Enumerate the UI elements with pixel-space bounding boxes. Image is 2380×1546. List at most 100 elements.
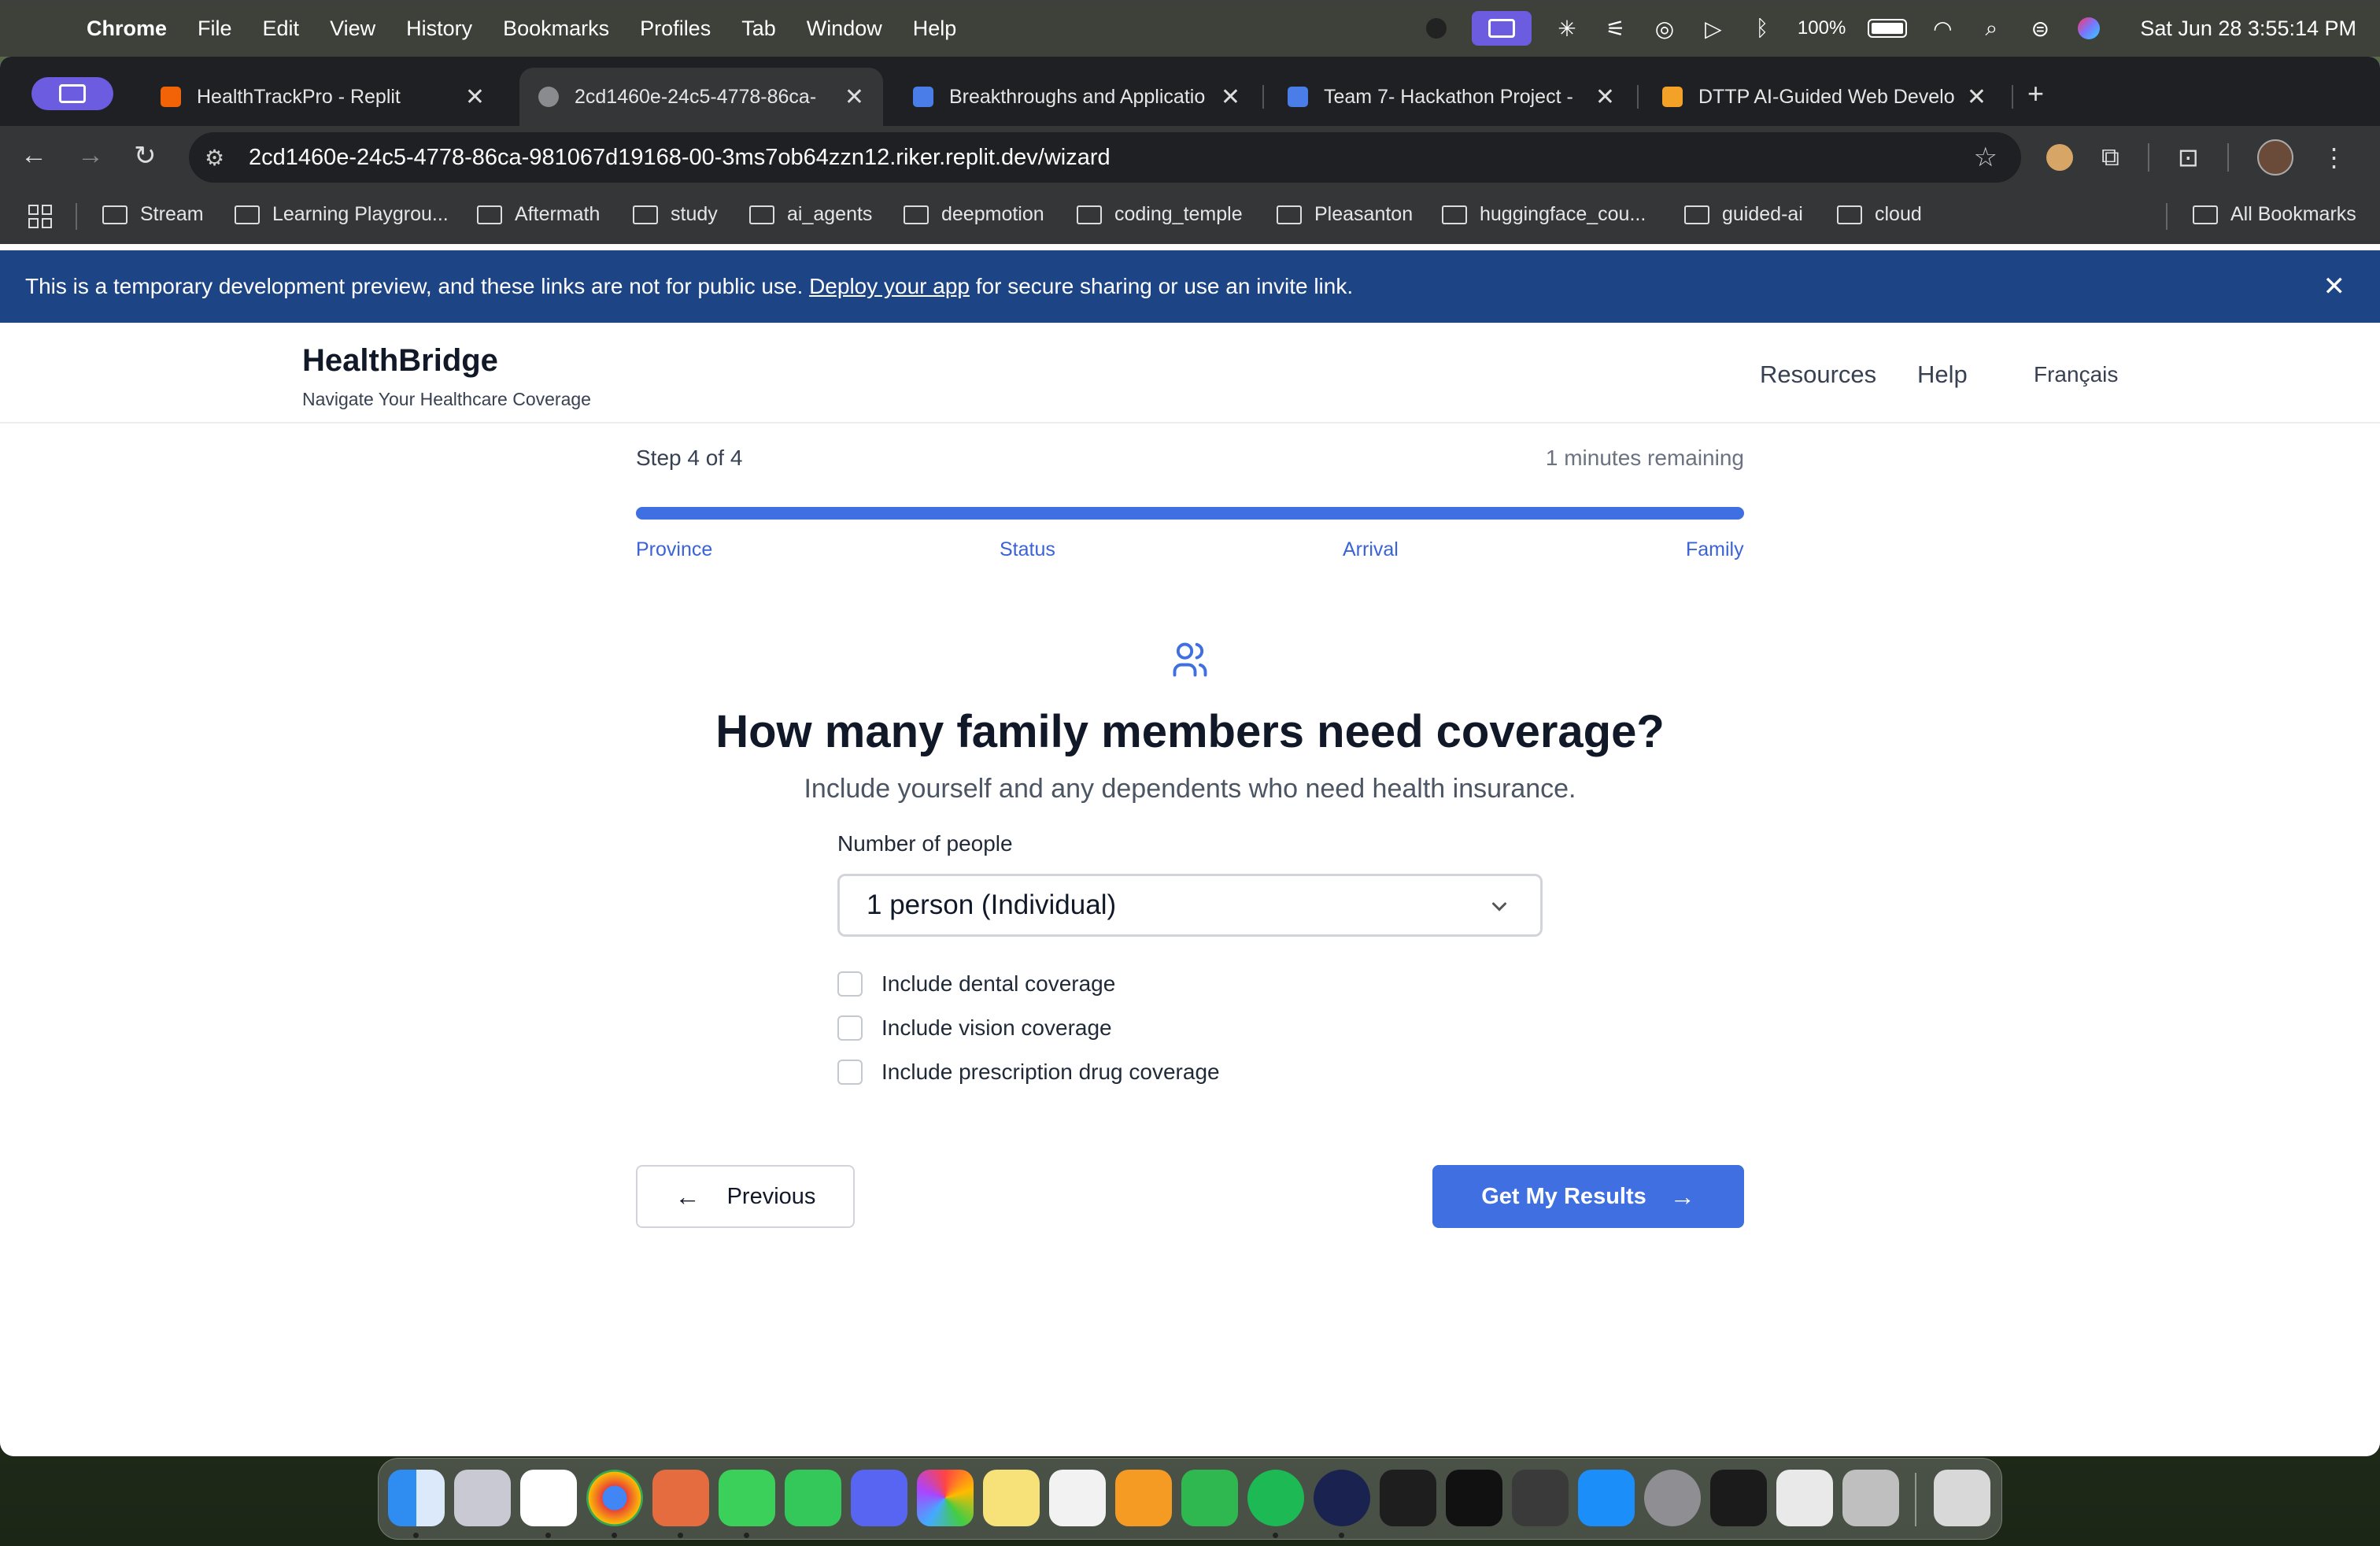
- bookmark-folder-study[interactable]: study: [633, 203, 718, 226]
- menu-history[interactable]: History: [406, 17, 472, 41]
- spotlight-search-icon[interactable]: ⌕: [1978, 15, 2005, 42]
- battery-icon[interactable]: [1868, 19, 1908, 38]
- calendar-icon[interactable]: [520, 1470, 577, 1526]
- tab-healthtrackpro[interactable]: HealthTrackPro - Replit ✕: [142, 68, 504, 126]
- nav-resources[interactable]: Resources: [1760, 361, 1876, 389]
- calculator-icon[interactable]: [1512, 1470, 1569, 1526]
- tab-dttp[interactable]: DTTP AI-Guided Web Develop ✕: [1643, 68, 2005, 126]
- bookmark-folder-stream[interactable]: Stream: [102, 203, 204, 226]
- dental-label[interactable]: Include dental coverage: [881, 971, 1115, 997]
- photos-icon[interactable]: [917, 1470, 974, 1526]
- vision-checkbox[interactable]: [837, 1015, 863, 1041]
- bookmark-folder-learning[interactable]: Learning Playgrou...: [235, 203, 449, 226]
- prescription-label[interactable]: Include prescription drug coverage: [881, 1060, 1220, 1085]
- dev-tool-icon[interactable]: [1314, 1470, 1370, 1526]
- bookmark-star-icon[interactable]: ☆: [1974, 142, 1998, 173]
- chrome-menu-icon[interactable]: ⋮: [2322, 142, 2347, 172]
- menu-view[interactable]: View: [330, 17, 375, 41]
- menu-profiles[interactable]: Profiles: [640, 17, 711, 41]
- menu-edit[interactable]: Edit: [263, 17, 300, 41]
- menu-tab[interactable]: Tab: [741, 17, 776, 41]
- bookmark-folder-coding-temple[interactable]: coding_temple: [1077, 203, 1243, 226]
- bookmark-folder-deepmotion[interactable]: deepmotion: [904, 203, 1044, 226]
- profile-switcher[interactable]: [31, 77, 113, 110]
- brand-logo[interactable]: HealthBridge: [302, 343, 498, 379]
- pages-icon[interactable]: [1115, 1470, 1172, 1526]
- control-center-icon[interactable]: ⊜: [2027, 15, 2053, 42]
- profile-avatar[interactable]: [2256, 139, 2293, 176]
- vision-label[interactable]: Include vision coverage: [881, 1015, 1112, 1041]
- claude-app-icon[interactable]: [652, 1470, 709, 1526]
- get-results-button[interactable]: Get My Results →: [1432, 1165, 1744, 1228]
- progress-step-family[interactable]: Family: [1686, 538, 1744, 561]
- tab-breakthroughs[interactable]: Breakthroughs and Applicatio ✕: [894, 68, 1259, 126]
- close-banner-icon[interactable]: ✕: [2323, 271, 2346, 302]
- menu-clock[interactable]: Sat Jun 28 3:55:14 PM: [2140, 17, 2356, 41]
- notes-icon[interactable]: [983, 1470, 1040, 1526]
- terminal-icon[interactable]: [1380, 1470, 1436, 1526]
- trash-icon[interactable]: [1934, 1470, 1990, 1526]
- menu-help[interactable]: Help: [913, 17, 957, 41]
- all-bookmarks-folder[interactable]: All Bookmarks: [2193, 203, 2356, 226]
- claude-icon[interactable]: ✳: [1554, 15, 1580, 42]
- extensions-puzzle-icon[interactable]: ⧉: [2101, 142, 2119, 172]
- cookie-extension-icon[interactable]: [2046, 144, 2073, 171]
- menu-app-name[interactable]: Chrome: [87, 17, 167, 41]
- app-store-icon[interactable]: [1578, 1470, 1635, 1526]
- cube-app-icon[interactable]: [1446, 1470, 1502, 1526]
- bookmark-folder-ai-agents[interactable]: ai_agents: [749, 203, 872, 226]
- site-settings-icon[interactable]: ⚙: [205, 145, 236, 171]
- launchpad-icon[interactable]: [454, 1470, 511, 1526]
- reload-icon[interactable]: ↻: [134, 140, 157, 172]
- dental-checkbox[interactable]: [837, 971, 863, 997]
- facetime-icon[interactable]: [785, 1470, 841, 1526]
- deploy-app-link[interactable]: Deploy your app: [809, 274, 970, 298]
- progress-step-status[interactable]: Status: [1000, 538, 1055, 561]
- vision-coverage-option[interactable]: Include vision coverage: [837, 1015, 1112, 1041]
- close-tab-icon[interactable]: ✕: [844, 83, 864, 111]
- menu-window[interactable]: Window: [807, 17, 882, 41]
- spotify-icon[interactable]: [1247, 1470, 1304, 1526]
- activity-monitor-icon[interactable]: [1710, 1470, 1767, 1526]
- tab-search-icon[interactable]: ⊡: [2178, 142, 2199, 172]
- bookmark-folder-pleasanton[interactable]: Pleasanton: [1277, 203, 1413, 226]
- previous-button[interactable]: ← Previous: [636, 1165, 855, 1228]
- people-count-select[interactable]: 1 person (Individual): [837, 874, 1543, 937]
- screen-share-icon[interactable]: [1471, 11, 1532, 46]
- messages-icon[interactable]: [719, 1470, 775, 1526]
- forward-arrow-icon[interactable]: →: [77, 140, 104, 171]
- chrome-icon[interactable]: [586, 1470, 643, 1526]
- tab-wizard-active[interactable]: 2cd1460e-24c5-4778-86ca- ✕: [519, 68, 883, 126]
- language-toggle[interactable]: Français: [2034, 362, 2118, 387]
- finder-icon[interactable]: [388, 1470, 445, 1526]
- bookmark-folder-guided-ai[interactable]: guided-ai: [1684, 203, 1803, 226]
- close-tab-icon[interactable]: ✕: [1967, 83, 1986, 111]
- prescription-checkbox[interactable]: [837, 1060, 863, 1085]
- recording-dot-icon[interactable]: [1423, 15, 1450, 42]
- new-tab-plus-icon[interactable]: +: [2027, 77, 2044, 110]
- progress-step-province[interactable]: Province: [636, 538, 712, 561]
- numbers-icon[interactable]: [1181, 1470, 1238, 1526]
- close-tab-icon[interactable]: ✕: [1595, 83, 1615, 111]
- menu-bookmarks[interactable]: Bookmarks: [503, 17, 609, 41]
- close-tab-icon[interactable]: ✕: [465, 83, 485, 111]
- system-settings-icon[interactable]: [1644, 1470, 1701, 1526]
- apps-grid-icon[interactable]: [28, 205, 52, 228]
- bookmark-folder-huggingface[interactable]: huggingface_cou...: [1442, 203, 1646, 226]
- iphone-mirroring-icon[interactable]: [1842, 1470, 1899, 1526]
- wifi-icon[interactable]: ◠: [1929, 15, 1956, 42]
- bookmark-folder-aftermath[interactable]: Aftermath: [477, 203, 600, 226]
- address-bar[interactable]: ⚙ 2cd1460e-24c5-4778-86ca-981067d19168-0…: [189, 132, 2021, 183]
- progress-step-arrival[interactable]: Arrival: [1343, 538, 1399, 561]
- play-icon[interactable]: ▷: [1700, 15, 1727, 42]
- discord-icon[interactable]: [851, 1470, 907, 1526]
- dental-coverage-option[interactable]: Include dental coverage: [837, 971, 1115, 997]
- url-text[interactable]: 2cd1460e-24c5-4778-86ca-981067d19168-00-…: [249, 145, 1111, 171]
- menu-file[interactable]: File: [198, 17, 232, 41]
- rss-icon[interactable]: ⚟: [1602, 15, 1629, 42]
- bluetooth-icon[interactable]: ᛒ: [1749, 15, 1776, 42]
- close-tab-icon[interactable]: ✕: [1221, 83, 1240, 111]
- nav-help[interactable]: Help: [1917, 361, 1968, 389]
- siri-icon[interactable]: [2075, 15, 2102, 42]
- tab-team7[interactable]: Team 7- Hackathon Project - ✕: [1269, 68, 1634, 126]
